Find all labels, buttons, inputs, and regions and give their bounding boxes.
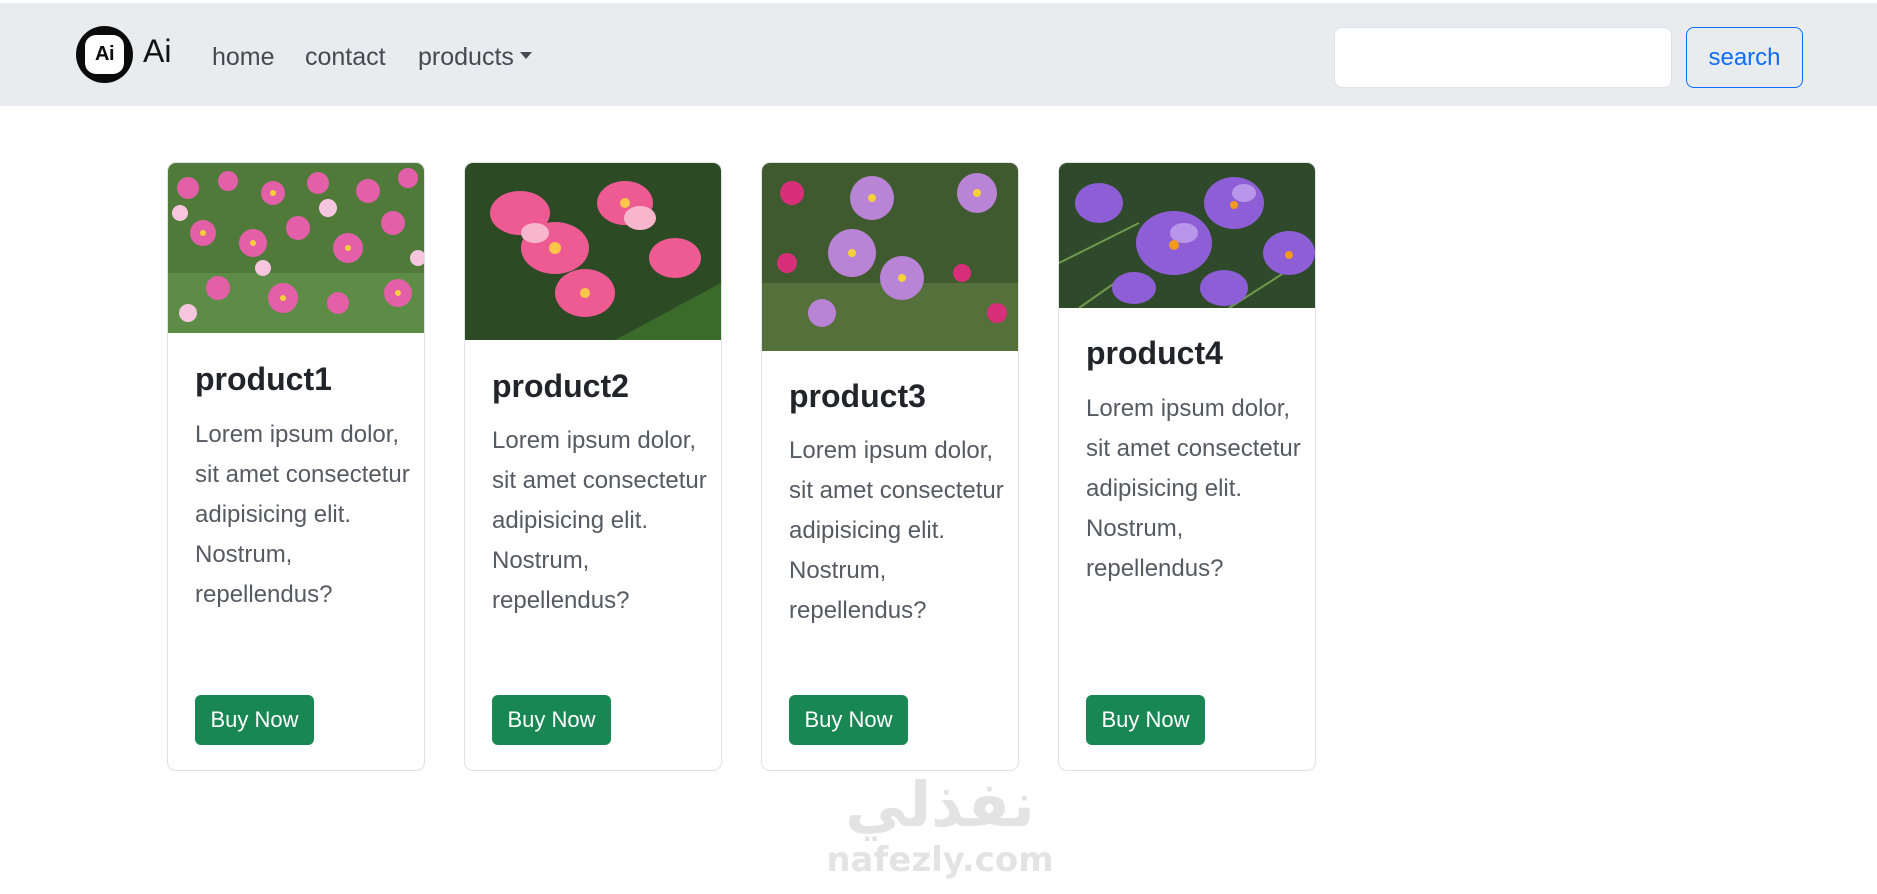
- brand-logo-mark: Ai: [85, 35, 124, 74]
- product-description-4: Lorem ipsum dolor, sit amet consectetur …: [1086, 395, 1301, 582]
- product-image-2: [465, 163, 721, 340]
- nav-dropdown-products[interactable]: products: [418, 43, 532, 72]
- watermark-url: nafezly.com: [826, 840, 1054, 880]
- product-card-3: product3 Lorem ipsum dolor, sit amet con…: [761, 162, 1019, 771]
- buy-now-button-2[interactable]: Buy Now: [492, 695, 611, 745]
- brand-name[interactable]: Ai: [143, 33, 171, 70]
- product-description-3: Lorem ipsum dolor, sit amet consectetur …: [789, 437, 1004, 624]
- search-button[interactable]: search: [1686, 27, 1803, 88]
- nav-link-home[interactable]: home: [212, 43, 275, 72]
- navbar: Ai Ai home contact products search: [0, 3, 1877, 106]
- product-title-1: product1: [195, 361, 332, 397]
- product-title-4: product4: [1086, 335, 1223, 371]
- caret-down-icon: [519, 51, 532, 59]
- nav-link-contact[interactable]: contact: [305, 43, 386, 72]
- nav-dropdown-label: products: [418, 43, 514, 71]
- product-card-1: product1 Lorem ipsum dolor, sit amet con…: [167, 162, 425, 771]
- product-description-2: Lorem ipsum dolor, sit amet consectetur …: [492, 427, 707, 614]
- buy-now-button-4[interactable]: Buy Now: [1086, 695, 1205, 745]
- product-image-1: [168, 163, 424, 333]
- search-input[interactable]: [1334, 27, 1672, 88]
- product-card-4: product4 Lorem ipsum dolor, sit amet con…: [1058, 162, 1316, 771]
- product-card-2: product2 Lorem ipsum dolor, sit amet con…: [464, 162, 722, 771]
- brand-logo[interactable]: Ai: [76, 26, 133, 83]
- product-title-3: product3: [789, 378, 926, 414]
- product-title-2: product2: [492, 368, 629, 404]
- watermark-logo: نفذلي nafezly.com: [820, 770, 1060, 894]
- product-image-4: [1059, 163, 1315, 308]
- watermark-arabic: نفذلي: [845, 768, 1035, 841]
- buy-now-button-1[interactable]: Buy Now: [195, 695, 314, 745]
- product-description-1: Lorem ipsum dolor, sit amet consectetur …: [195, 421, 410, 608]
- buy-now-button-3[interactable]: Buy Now: [789, 695, 908, 745]
- product-image-3: [762, 163, 1018, 351]
